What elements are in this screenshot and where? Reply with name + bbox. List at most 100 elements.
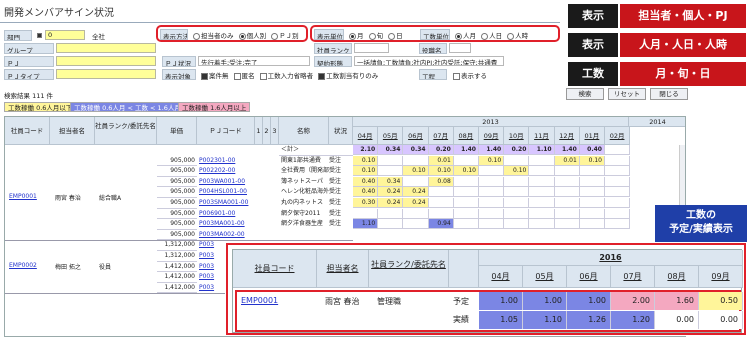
- row-pj-code-link[interactable]: P003: [199, 262, 214, 273]
- row-pj-code-link[interactable]: P003WA001-00: [199, 177, 245, 188]
- zoom-emp-name: 雨宮 春治: [325, 297, 360, 306]
- zoom-panel: 社員コード 担当者名 社員ランク/委託先名 2016 04月 05月 06月 07月 0…: [226, 243, 746, 335]
- row-price: 905,000: [157, 219, 197, 230]
- row-status: 受注: [329, 188, 342, 196]
- row-pj-code-link[interactable]: P002202-00: [199, 166, 235, 177]
- row-price: 905,000: [157, 198, 197, 209]
- row-pj-code-link[interactable]: P003: [199, 283, 214, 294]
- row-status: 受注: [329, 177, 342, 185]
- effort-cell: [529, 155, 555, 166]
- row-pj-code-link[interactable]: P003: [199, 240, 214, 251]
- effort-cell: [579, 198, 605, 208]
- target-checkbox-3[interactable]: [318, 72, 326, 80]
- search-button[interactable]: 検索: [566, 88, 604, 100]
- zoom-month-row: 04月 05月 06月 07月 08月 09月: [479, 266, 743, 288]
- col-header-price: 単価: [157, 117, 197, 145]
- effort-cell: 0.24: [403, 187, 429, 198]
- zoom-actual-cell: 0.00: [699, 311, 743, 329]
- effort-cell: [529, 208, 555, 219]
- col-header-pj: ＰＪコード: [197, 117, 255, 145]
- row-pj-code-link[interactable]: P002301-00: [199, 156, 235, 167]
- total-cell: 2.10: [353, 145, 379, 155]
- zoom-plan-cell: 2.00: [611, 292, 655, 310]
- pjtype-input[interactable]: [56, 69, 156, 79]
- zoom-emp-code-link[interactable]: EMP0001: [241, 296, 278, 305]
- target-checkbox-1[interactable]: [233, 72, 241, 80]
- process-display-label: 表示する: [461, 72, 487, 80]
- target-option-label: 工数割当有りのみ: [326, 72, 379, 80]
- pj-status-select[interactable]: 先行着手;受注;完了: [198, 56, 310, 66]
- effort-cell: [579, 187, 605, 198]
- effort-cell: [605, 155, 631, 166]
- zoom-plan-cell: 1.00: [567, 292, 611, 310]
- effort-cell: 0.24: [378, 187, 404, 198]
- month-header: 01月: [579, 127, 605, 145]
- effort-cell: 0.24: [378, 198, 404, 208]
- row-pj-code-link[interactable]: P003SMA001-00: [199, 198, 248, 209]
- effort-cell: 0.01: [554, 155, 580, 166]
- display-method-radio-2[interactable]: [271, 32, 279, 40]
- legend-low: 工数稼働 0.6人月以下: [4, 102, 77, 112]
- month-header: 11月: [529, 127, 555, 145]
- effort-cell: [403, 208, 429, 219]
- zoom-actual-cell: 1.10: [523, 311, 567, 329]
- radio-label: 人時: [515, 32, 529, 40]
- employee-code-link[interactable]: EMP0002: [9, 262, 37, 269]
- table-row: 905,000P002202-00全社費用（開発部）受注0.100.100.10…: [157, 166, 685, 177]
- process-checkbox[interactable]: [453, 72, 460, 80]
- display-method-options: 担当者のみ 個人別 ＰＪ別: [190, 30, 299, 40]
- results-label: 検索結果: [4, 92, 30, 100]
- target-checkbox-0[interactable]: [201, 72, 208, 80]
- effort-cell: [403, 155, 429, 166]
- effort-cell: [453, 198, 479, 208]
- effort-unit-radio-0[interactable]: [455, 32, 462, 40]
- rank-select[interactable]: [354, 43, 389, 53]
- row-pj-code-link[interactable]: P003: [199, 251, 214, 262]
- display-unit-radio-2[interactable]: [388, 32, 396, 40]
- effort-cell: 0.10: [479, 155, 505, 166]
- contract-select[interactable]: 一括請負;工数請負;社内PJ;社内受託;保守;共通費: [354, 56, 504, 66]
- effort-cell: [378, 155, 404, 166]
- zoom-actual-cell: 0.00: [655, 311, 699, 329]
- reset-button[interactable]: リセット: [608, 88, 646, 100]
- effort-unit-radio-2[interactable]: [507, 32, 515, 40]
- effort-cell: 0.34: [378, 176, 404, 187]
- target-checkbox-2[interactable]: [259, 72, 267, 80]
- month-header: 02月: [605, 127, 631, 145]
- display-unit-group: 表示単位 月 旬 日 工数単位 人月 人日 人時: [310, 25, 560, 42]
- row-pj-code-link[interactable]: P006901-00: [199, 209, 235, 220]
- row-pj-code-link[interactable]: P003MA001-00: [199, 219, 245, 230]
- position-label: 役職名: [419, 43, 447, 54]
- zoom-plan-label: 予定: [453, 297, 469, 306]
- group-input[interactable]: [56, 43, 156, 53]
- display-method-radio-0[interactable]: [193, 32, 200, 40]
- effort-cell: 0.10: [353, 166, 379, 177]
- effort-cell: [504, 176, 530, 187]
- position-select[interactable]: [449, 43, 471, 53]
- row-pj-code-link[interactable]: P003: [199, 272, 214, 283]
- badge-value-unit: 人月・人日・人時: [620, 33, 746, 57]
- effort-cell: [378, 219, 404, 230]
- effort-cell: [554, 198, 580, 208]
- row-pj-code-link[interactable]: P004HSL001-00: [199, 187, 247, 198]
- bumon-code-input[interactable]: 0: [45, 30, 85, 40]
- close-button[interactable]: 閉じる: [650, 88, 688, 100]
- bumon-checkbox[interactable]: [37, 33, 42, 38]
- row-pj-code-link[interactable]: P003MA002-00: [199, 230, 245, 241]
- zoom-header-rank: 社員ランク/委託先名: [369, 250, 449, 288]
- effort-cell: [529, 187, 555, 198]
- employee-code-link[interactable]: EMP0001: [9, 193, 37, 200]
- row-price: 1,412,000: [157, 283, 197, 294]
- radio-label: 日: [396, 32, 403, 40]
- radio-label: 個人別: [246, 32, 267, 40]
- effort-cell: [378, 208, 404, 219]
- row-title: [281, 230, 329, 241]
- employee-rank: 総合職A: [99, 195, 122, 202]
- effort-cell: [353, 208, 379, 219]
- display-unit-radio-1[interactable]: [368, 32, 376, 40]
- badge-label-display: 表示: [568, 4, 618, 28]
- effort-unit-radio-1[interactable]: [481, 32, 489, 40]
- display-method-radio-1[interactable]: [238, 32, 246, 40]
- display-unit-radio-0[interactable]: [349, 32, 356, 40]
- pj-input[interactable]: [56, 56, 156, 66]
